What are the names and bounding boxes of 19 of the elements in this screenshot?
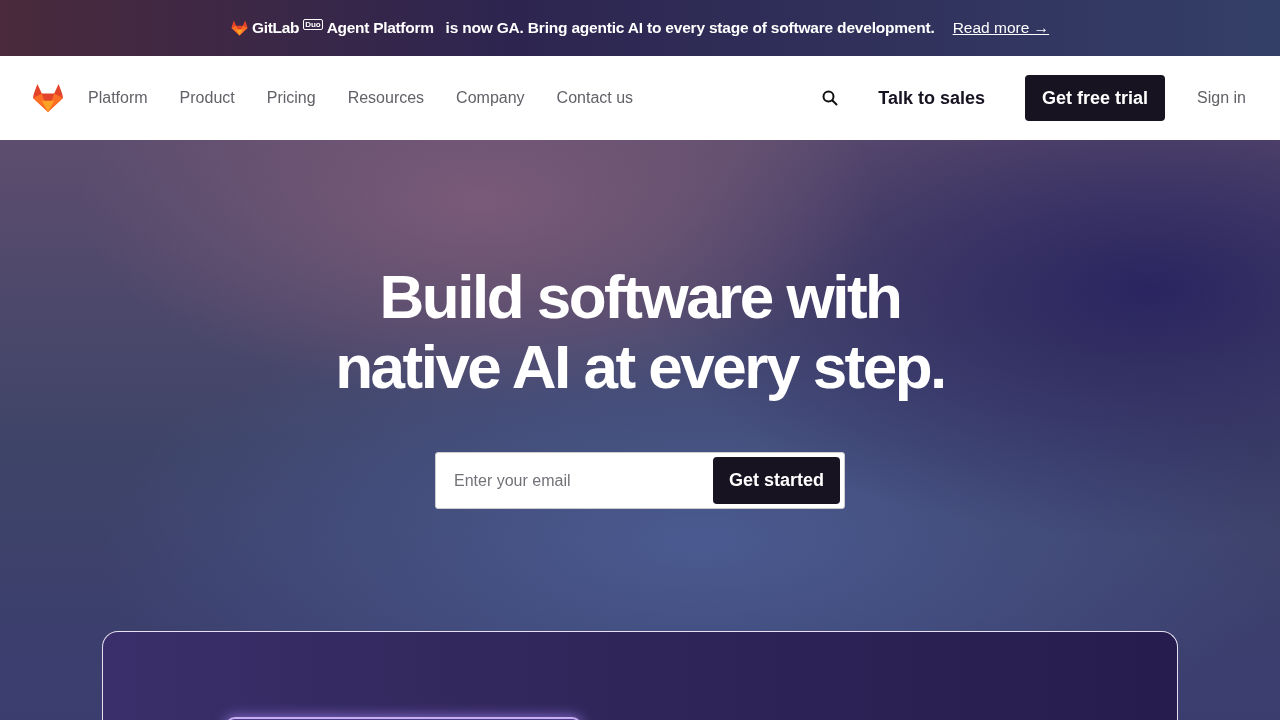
- read-more-link[interactable]: Read more →: [952, 19, 1050, 37]
- get-started-button[interactable]: Get started: [712, 457, 840, 504]
- search-icon[interactable]: [822, 90, 839, 106]
- nav-link[interactable]: Product: [179, 89, 235, 107]
- hero-heading: Build software with native AI at every step.: [335, 262, 945, 402]
- nav-link[interactable]: Contact us: [556, 89, 634, 107]
- brand-name: GitLab: [251, 19, 300, 37]
- talk-to-sales-link[interactable]: Talk to sales: [878, 87, 986, 109]
- sign-in-link[interactable]: Sign in: [1197, 89, 1246, 107]
- nav-link[interactable]: Pricing: [266, 89, 316, 107]
- banner-message: is now GA. Bring agentic AI to every stage of software development.: [445, 19, 935, 37]
- fox-logo-icon[interactable]: [32, 83, 64, 113]
- product-name: Agent Platform: [326, 19, 434, 37]
- fox-logo-icon: [230, 20, 248, 36]
- nav-link[interactable]: Company: [456, 89, 525, 107]
- free-trial-button[interactable]: Get free trial: [1025, 75, 1166, 121]
- nav-link[interactable]: Resources: [347, 89, 425, 107]
- duo-badge: Duo: [303, 19, 323, 30]
- nav-link[interactable]: Platform: [88, 89, 148, 107]
